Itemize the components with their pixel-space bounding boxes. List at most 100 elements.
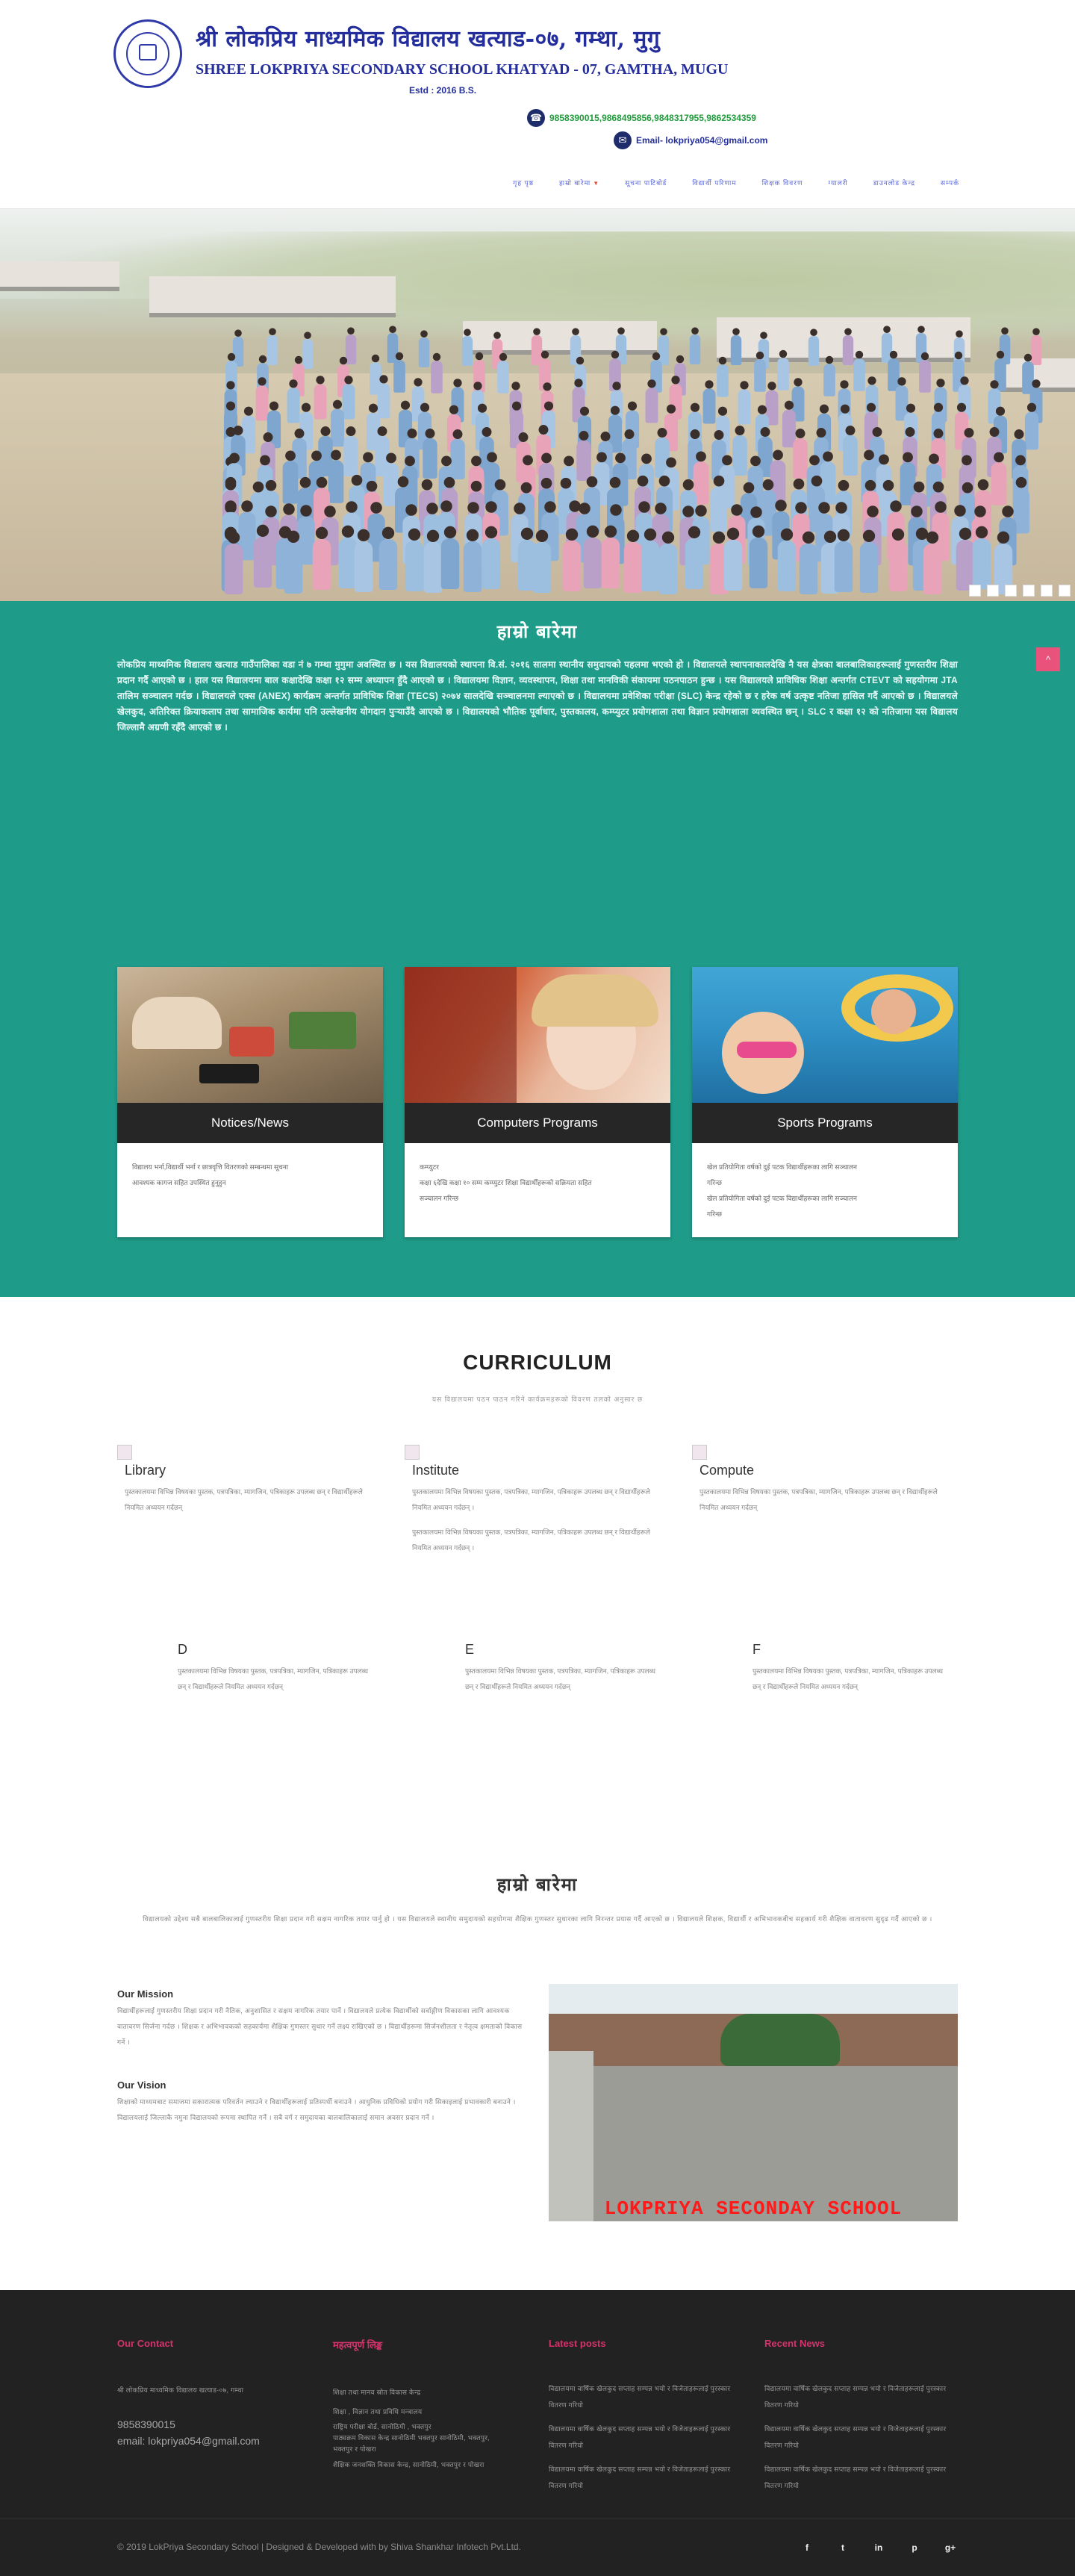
facebook-icon[interactable]: f: [800, 2540, 814, 2555]
nav-item-contact[interactable]: सम्पर्क: [941, 178, 959, 187]
curriculum-item-text: पुस्तकालयमा विभिन्न विषयका पुस्तक, पत्रप…: [125, 1488, 363, 1511]
student-figure: [464, 529, 482, 593]
card-sports[interactable]: Sports Programs खेल प्रतियोगिता वर्षको द…: [692, 967, 958, 1237]
student-figure: [378, 526, 398, 590]
sunglasses: [737, 1042, 797, 1058]
student-figure: [255, 377, 269, 421]
student-figure: [799, 532, 818, 595]
about2-title: हाम्रो बारेमा: [496, 1875, 579, 1895]
student-figure: [753, 351, 766, 392]
curriculum-item-heading: E: [465, 1642, 475, 1657]
curriculum-item-d: D पुस्तकालयमा विभिन्न विषयका पुस्तक, पत्…: [170, 1639, 431, 1695]
nav-item-home[interactable]: गृह पृष्ठ: [513, 178, 534, 187]
site-header: श्री लोकप्रिय माध्यमिक विद्यालय खत्याड-०…: [0, 0, 1075, 209]
student-figure: [532, 529, 552, 594]
about-title: हाम्रो बारेमा: [496, 622, 579, 642]
footer-link[interactable]: शिक्षा तथा मानव स्रोत विकास केन्द्र: [333, 2383, 520, 2402]
nav-item-about[interactable]: हाम्रो बारेमा ▼: [559, 178, 599, 187]
student-figure: [731, 327, 742, 365]
nav-item-results[interactable]: विद्यार्थी परिणाम: [692, 178, 736, 187]
slider-dot[interactable]: [987, 585, 999, 597]
hero-slider[interactable]: [0, 209, 1075, 601]
student-figure: [253, 525, 272, 588]
curriculum-item-e: E पुस्तकालयमा विभिन्न विषयका पुस्तक, पत्…: [458, 1639, 719, 1695]
twitter-icon[interactable]: t: [835, 2540, 850, 2555]
feature-cards: Notices/News विद्यालय भर्ना,विद्यार्थी भ…: [117, 967, 958, 1237]
nav-item-teachers[interactable]: शिक्षक विवरण: [762, 178, 803, 187]
card-title: Computers Programs: [405, 1103, 670, 1143]
slider-dots: [969, 585, 1071, 597]
google-plus-icon[interactable]: g+: [943, 2540, 958, 2555]
card-image-children: [405, 967, 670, 1103]
student-figure: [689, 327, 701, 365]
footer-link[interactable]: शैक्षिक जनशक्ति विकास केन्द्र, सानोठिमी,…: [333, 2455, 520, 2474]
card-body: कम्प्युटर कक्षा ६देखि कक्षा १० सम्म कम्प…: [405, 1143, 670, 1222]
student-figure: [738, 381, 751, 425]
card-computers[interactable]: Computers Programs कम्प्युटर कक्षा ६देखि…: [405, 967, 670, 1237]
card-line: आवश्यक कागज सहित उपस्थित हुनुहुन: [132, 1179, 226, 1186]
student-figure: [441, 526, 460, 590]
curriculum-item-heading: D: [178, 1642, 187, 1657]
school-logo[interactable]: [113, 19, 182, 88]
email-address[interactable]: Email- lokpriya054@gmail.com: [636, 135, 767, 146]
school-title-nepali: श्री लोकप्रिय माध्यमिक विद्यालय खत्याड-०…: [196, 26, 661, 52]
nav-item-notice[interactable]: सूचना पाटिबोर्ड: [625, 178, 667, 187]
student-figure: [842, 328, 853, 366]
card-image-toys: [117, 967, 383, 1103]
curriculum-item-text: पुस्तकालयमा विभिन्न विषयका पुस्तक, पत्रप…: [178, 1667, 369, 1690]
footer-link[interactable]: राष्ट्रिय परीक्षा बोर्ड, सानोठिमी , भक्त…: [333, 2421, 520, 2433]
card-title: Sports Programs: [692, 1103, 958, 1143]
footer-email[interactable]: email: lokpriya054@gmail.com: [117, 2433, 304, 2449]
slider-dot[interactable]: [1005, 585, 1017, 597]
toy-shape: [289, 1012, 356, 1049]
student-figure: [328, 449, 344, 503]
student-figure: [423, 529, 443, 593]
pinterest-icon[interactable]: p: [907, 2540, 922, 2555]
footer-heading: महत्वपूर्ण लिङ्क: [333, 2339, 383, 2351]
site-footer: Our Contact श्री लोकप्रिय माध्यमिक विद्य…: [0, 2290, 1075, 2576]
student-figure: [685, 526, 704, 589]
footer-link[interactable]: शिक्षा , विज्ञान तथा प्रविधि मन्त्रालय: [333, 2402, 520, 2421]
slider-dot[interactable]: [969, 585, 981, 597]
footer-post[interactable]: विद्यालयमा वार्षिक खेलकुद सप्ताह सम्पन्न…: [549, 2461, 735, 2494]
student-figure: [659, 531, 678, 594]
student-figure: [732, 426, 747, 476]
footer-news-item[interactable]: विद्यालयमा वार्षिक खेलकुद सप्ताह सम्पन्न…: [764, 2421, 951, 2454]
footer-post[interactable]: विद्यालयमा वार्षिक खेलकुद सप्ताह सम्पन्न…: [549, 2421, 735, 2454]
student-figure: [777, 528, 797, 592]
student-figure: [287, 379, 300, 423]
footer-link[interactable]: पाठ्यक्रम विकास केन्द्र सानोठिमी भक्तपुर…: [333, 2433, 520, 2444]
curriculum-item-library: Library पुस्तकालयमा विभिन्न विषयका पुस्त…: [117, 1445, 378, 1516]
student-figure: [853, 350, 865, 391]
about-text: लोकप्रिय माध्यमिक विद्यालय खत्याड गाउँपा…: [117, 659, 958, 732]
child-hair: [532, 974, 658, 1027]
footer-heading: Our Contact: [117, 2338, 174, 2349]
student-figure: [461, 329, 473, 366]
slider-dot[interactable]: [1059, 585, 1071, 597]
student-figure: [377, 375, 390, 419]
card-line: गरिन्छ: [707, 1210, 722, 1218]
caret-down-icon: ▼: [593, 180, 600, 187]
student-figure: [576, 431, 591, 482]
student-figure: [710, 475, 727, 532]
footer-news-item[interactable]: विद्यालयमा वार्षिक खेलकुद सप्ताह सम्पन्न…: [764, 2461, 951, 2494]
footer-news-item[interactable]: विद्यालयमा वार्षिक खेलकुद सप्ताह सम्पन्न…: [764, 2380, 951, 2413]
student-figure: [431, 352, 443, 393]
vision-heading: Our Vision: [117, 2079, 166, 2091]
nav-item-downloads[interactable]: डाउनलोड केन्द्र: [873, 178, 915, 187]
card-line: विद्यालय भर्ना,विद्यार्थी भर्ना र छात्रव…: [132, 1163, 289, 1171]
slider-dot[interactable]: [1023, 585, 1035, 597]
nav-item-gallery[interactable]: ग्यालरी: [829, 178, 848, 187]
card-line: कक्षा ६देखि कक्षा १० सम्म कम्प्युटर शिक्…: [420, 1179, 592, 1186]
curriculum-item-f: F पुस्तकालयमा विभिन्न विषयका पुस्तक, पत्…: [745, 1639, 1006, 1695]
curriculum-subtitle: यस विद्यालयमा पठन पाठन गरिने कार्यक्रमहर…: [431, 1396, 644, 1403]
about-section: हाम्रो बारेमा लोकप्रिय माध्यमिक विद्यालय…: [0, 601, 1075, 1297]
curriculum-item-text: पुस्तकालयमा विभिन्न विषयका पुस्तक, पत्रप…: [412, 1528, 650, 1552]
footer-link[interactable]: भक्तपुर र पोखरा: [333, 2444, 520, 2455]
linkedin-icon[interactable]: in: [871, 2540, 886, 2555]
card-notices[interactable]: Notices/News विद्यालय भर्ना,विद्यार्थी भ…: [117, 967, 383, 1237]
scroll-top-button[interactable]: ^: [1036, 647, 1060, 671]
footer-post[interactable]: विद्यालयमा वार्षिक खेलकुद सप्ताह सम्पन्न…: [549, 2380, 735, 2413]
slider-dot[interactable]: [1041, 585, 1053, 597]
student-figure: [859, 529, 879, 593]
